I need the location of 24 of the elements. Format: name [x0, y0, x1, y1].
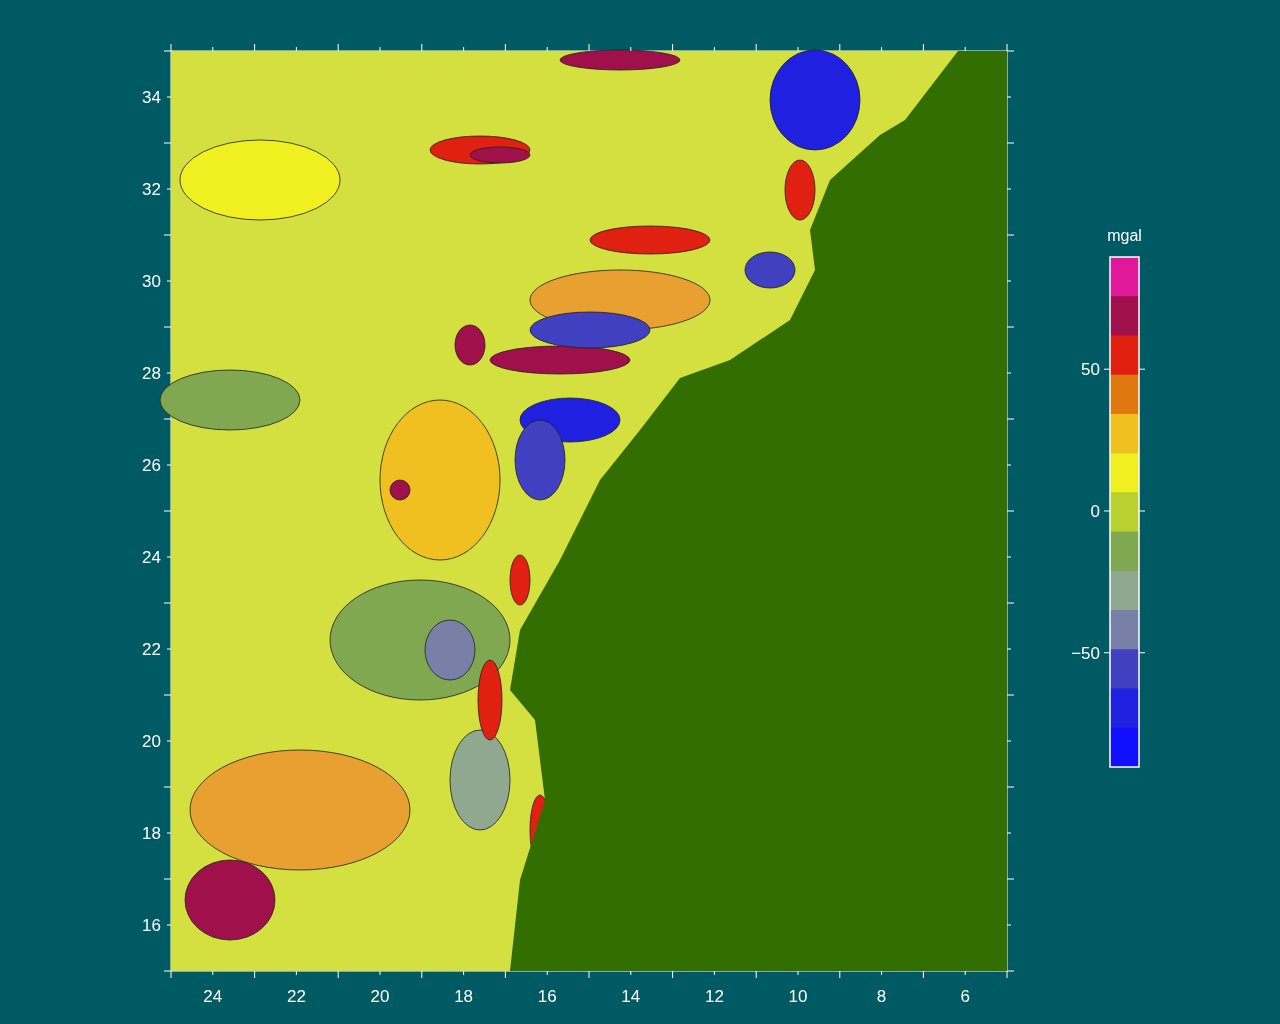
- x-tick-label: 20: [370, 987, 390, 1006]
- y-tick-label: 20: [142, 732, 161, 751]
- scale-tick-label: −50: [1071, 643, 1100, 663]
- y-tick-label: 22: [142, 640, 161, 659]
- unit-label: mgal: [1107, 227, 1142, 244]
- y-tick-label: 32: [142, 180, 161, 199]
- y-tick-label: 26: [142, 456, 161, 475]
- y-tick-label: 16: [142, 916, 161, 935]
- y-tick-label: 30: [142, 272, 161, 291]
- scale-tick-label: 0: [1090, 502, 1100, 521]
- x-tick-label: 10: [788, 987, 808, 1006]
- x-tick-label: 24: [203, 987, 223, 1006]
- y-tick-label: 28: [142, 364, 161, 383]
- x-tick-label: 6: [960, 987, 970, 1006]
- x-tick-label: 16: [537, 987, 557, 1006]
- x-tick-label: 12: [704, 987, 724, 1006]
- x-tick-label: 22: [286, 987, 306, 1006]
- scale-tick-label: 50: [1081, 360, 1100, 380]
- y-tick-label: 18: [142, 824, 161, 843]
- y-tick-label: 34: [142, 88, 161, 107]
- y-tick-label: 24: [142, 548, 161, 567]
- x-tick-label: 14: [621, 987, 641, 1006]
- x-tick-label: 18: [454, 987, 474, 1006]
- x-tick-label: 8: [876, 987, 887, 1006]
